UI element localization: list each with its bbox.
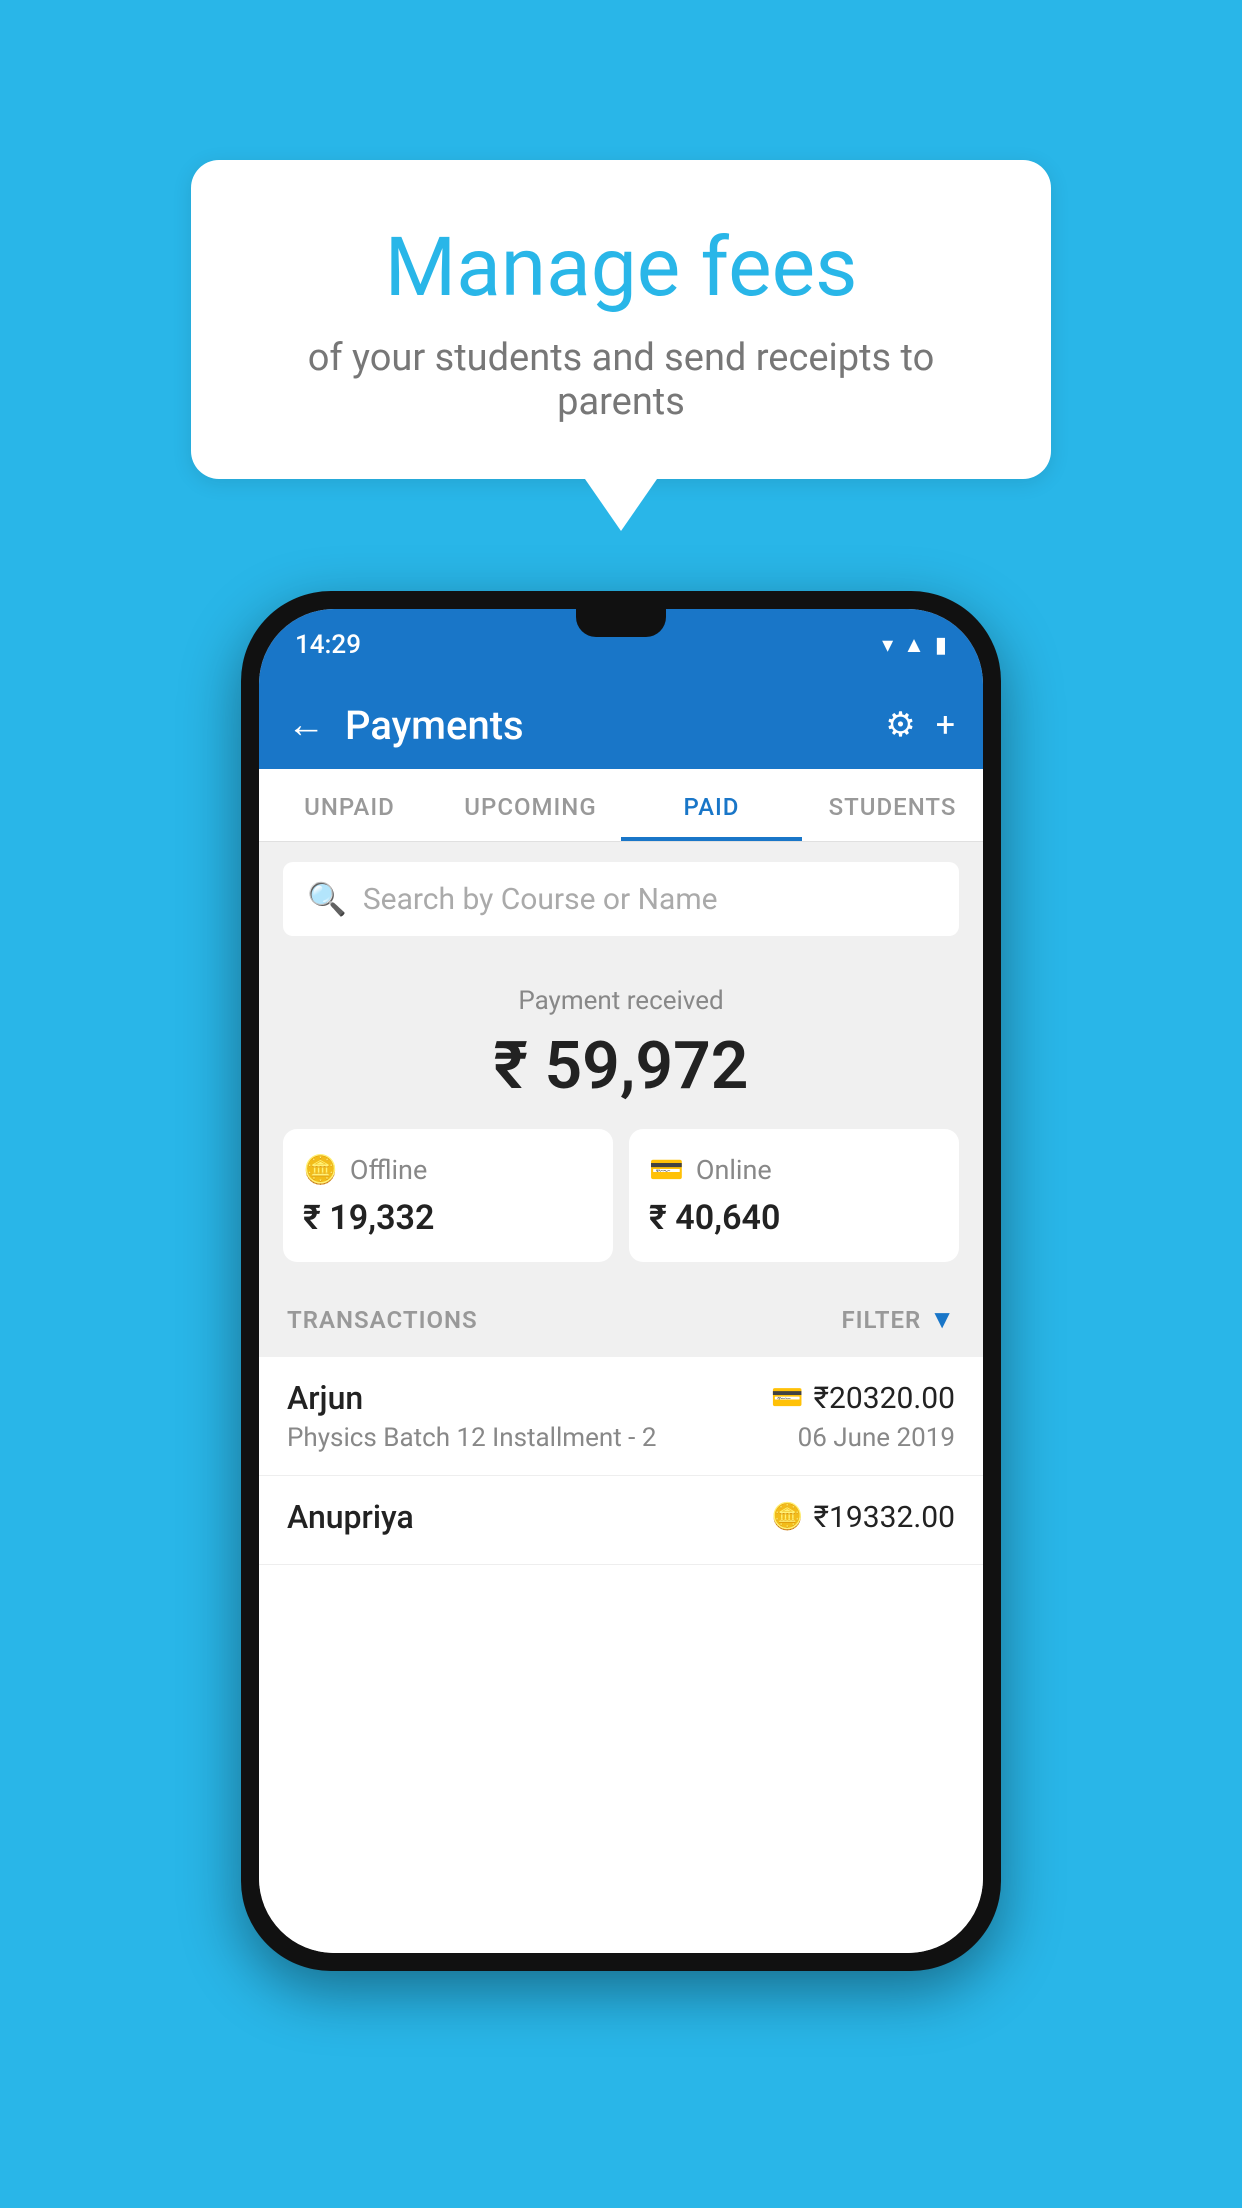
filter-button[interactable]: FILTER ▼ — [841, 1304, 955, 1335]
tab-paid[interactable]: PAID — [621, 769, 802, 841]
back-button[interactable]: ← — [287, 703, 325, 747]
status-bar: 14:29 ▾ ▲ ▮ — [259, 609, 983, 681]
page-title: Payments — [345, 702, 865, 749]
search-icon: 🔍 — [307, 880, 347, 918]
payment-summary: Payment received ₹ 59,972 🪙 Offline ₹ 19… — [259, 956, 983, 1282]
signal-icon: ▲ — [903, 632, 925, 658]
wifi-icon: ▾ — [882, 633, 893, 658]
online-amount: ₹ 40,640 — [649, 1198, 780, 1238]
transactions-header: TRANSACTIONS FILTER ▼ — [259, 1282, 983, 1357]
speech-bubble-wrapper: Manage fees of your students and send re… — [191, 160, 1051, 531]
transactions-label: TRANSACTIONS — [287, 1306, 478, 1334]
transaction-amount: ₹19332.00 — [814, 1500, 955, 1535]
status-icons: ▾ ▲ ▮ — [882, 632, 947, 658]
settings-icon[interactable]: ⚙ — [885, 705, 915, 745]
online-icon: 💳 — [649, 1153, 684, 1186]
speech-bubble-subtitle: of your students and send receipts to pa… — [261, 336, 981, 424]
table-row[interactable]: Arjun 💳 ₹20320.00 Physics Batch 12 Insta… — [259, 1357, 983, 1476]
payment-type-icon: 💳 — [771, 1383, 803, 1413]
online-card-header: 💳 Online — [649, 1153, 772, 1186]
online-card: 💳 Online ₹ 40,640 — [629, 1129, 959, 1262]
offline-card-header: 🪙 Offline — [303, 1153, 427, 1186]
speech-bubble-title: Manage fees — [261, 220, 981, 316]
offline-card: 🪙 Offline ₹ 19,332 — [283, 1129, 613, 1262]
transaction-course: Physics Batch 12 Installment - 2 — [287, 1423, 656, 1453]
add-button[interactable]: + — [936, 705, 955, 745]
payment-total-amount: ₹ 59,972 — [283, 1028, 959, 1105]
transaction-row-bottom: Physics Batch 12 Installment - 2 06 June… — [287, 1423, 955, 1453]
phone-screen: 14:29 ▾ ▲ ▮ ← Payments ⚙ + UNPAID UPCOMI… — [259, 609, 983, 1953]
transaction-name: Anupriya — [287, 1498, 414, 1536]
payment-cards: 🪙 Offline ₹ 19,332 💳 Online ₹ 40,640 — [283, 1129, 959, 1262]
online-label: Online — [696, 1154, 772, 1186]
transaction-amount-wrapper: 💳 ₹20320.00 — [771, 1381, 955, 1416]
tab-students[interactable]: STUDENTS — [802, 769, 983, 841]
filter-label: FILTER — [841, 1306, 921, 1334]
transaction-row-top: Anupriya 🪙 ₹19332.00 — [287, 1498, 955, 1536]
offline-label: Offline — [350, 1154, 427, 1186]
status-time: 14:29 — [295, 630, 361, 660]
tabs-bar: UNPAID UPCOMING PAID STUDENTS — [259, 769, 983, 842]
table-row[interactable]: Anupriya 🪙 ₹19332.00 — [259, 1476, 983, 1565]
transaction-amount: ₹20320.00 — [814, 1381, 955, 1416]
transaction-amount-wrapper: 🪙 ₹19332.00 — [771, 1500, 955, 1535]
transaction-date: 06 June 2019 — [798, 1423, 955, 1453]
tab-unpaid[interactable]: UNPAID — [259, 769, 440, 841]
speech-bubble-tail — [585, 479, 657, 531]
transaction-list: Arjun 💳 ₹20320.00 Physics Batch 12 Insta… — [259, 1357, 983, 1953]
phone-notch — [576, 609, 666, 637]
transaction-row-top: Arjun 💳 ₹20320.00 — [287, 1379, 955, 1417]
phone: 14:29 ▾ ▲ ▮ ← Payments ⚙ + UNPAID UPCOMI… — [241, 591, 1001, 1971]
speech-bubble: Manage fees of your students and send re… — [191, 160, 1051, 479]
payment-type-icon: 🪙 — [771, 1502, 803, 1532]
payment-received-label: Payment received — [283, 986, 959, 1016]
search-bar[interactable]: 🔍 Search by Course or Name — [283, 862, 959, 936]
app-header: ← Payments ⚙ + — [259, 681, 983, 769]
search-bar-wrapper: 🔍 Search by Course or Name — [259, 842, 983, 956]
battery-icon: ▮ — [935, 633, 947, 658]
offline-icon: 🪙 — [303, 1153, 338, 1186]
offline-amount: ₹ 19,332 — [303, 1198, 434, 1238]
filter-icon: ▼ — [929, 1304, 955, 1335]
transaction-name: Arjun — [287, 1379, 363, 1417]
search-input[interactable]: Search by Course or Name — [363, 882, 718, 917]
tab-upcoming[interactable]: UPCOMING — [440, 769, 621, 841]
